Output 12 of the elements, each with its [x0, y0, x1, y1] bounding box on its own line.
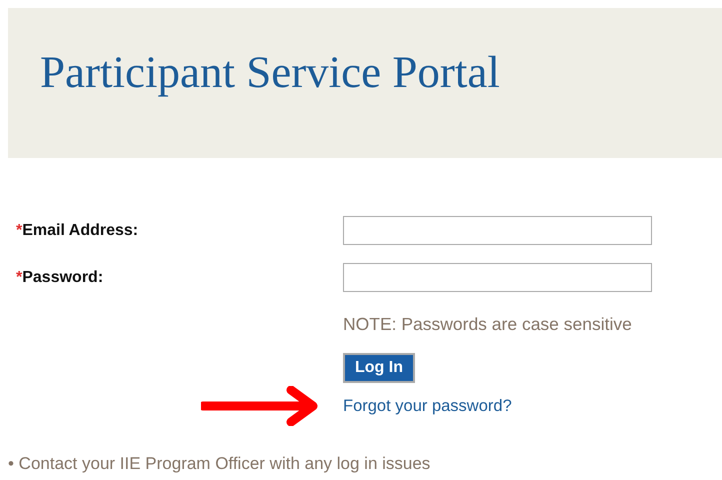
arrow-icon: [201, 386, 319, 426]
field-label: Password:: [22, 268, 104, 286]
note-text: NOTE: Passwords are case sensitive: [343, 314, 632, 335]
input-field[interactable]: [343, 263, 652, 292]
forgot-password-link[interactable]: Forgot your password?: [343, 397, 512, 415]
required-mark: *: [16, 222, 22, 238]
login-button[interactable]: Log In: [343, 353, 415, 383]
required-mark: *: [16, 268, 22, 286]
input-field[interactable]: [343, 216, 652, 245]
page-title: Participant Service Portal: [40, 47, 500, 97]
field-label: Email Address:: [22, 222, 138, 238]
help-text: • Contact your IIE Program Officer with any log in issues: [7, 454, 432, 474]
